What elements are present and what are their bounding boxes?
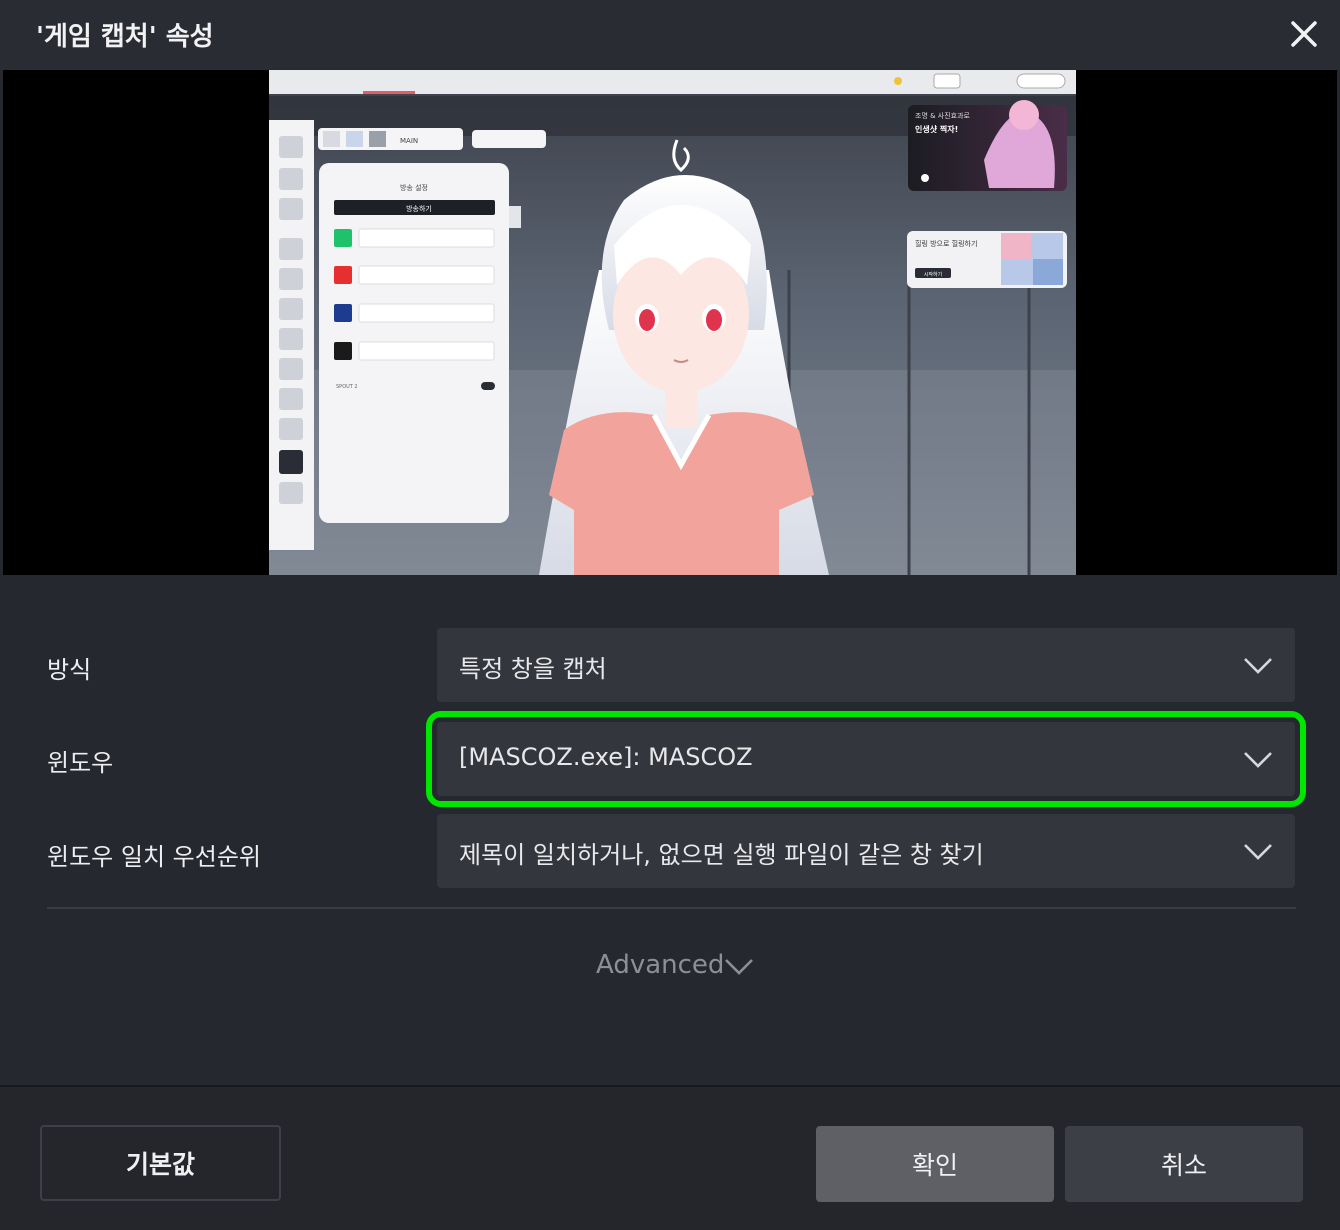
dialog-title: '게임 캡처' 속성 [36,22,214,52]
panel-title: 방송 설정 [400,183,428,192]
title-bar: '게임 캡처' 속성 [0,0,1340,70]
close-icon [1291,21,1317,47]
window-select[interactable]: [MASCOZ.exe]: MASCOZ [426,711,1306,807]
priority-label: 윈도우 일치 우선순위 [47,843,261,871]
cancel-button[interactable]: 취소 [1065,1126,1303,1202]
panel-spout-label: SPOUT 2 [336,384,358,390]
properties-dialog: '게임 캡처' 속성 MAIN 방송 설정 방송하기 SPOUT 2 조명 & … [0,0,1340,1230]
priority-select[interactable]: 제목이 일치하거나, 없으면 실행 파일이 같은 창 찾기 [437,814,1295,888]
close-button[interactable] [1284,14,1324,54]
panel-broadcast-button: 방송하기 [406,204,432,213]
chevron-down-icon [1244,844,1272,860]
advanced-label: Advanced [596,950,725,980]
window-value: [MASCOZ.exe]: MASCOZ [459,743,753,771]
method-value: 특정 창을 캡처 [459,655,607,683]
preview-area: MAIN 방송 설정 방송하기 SPOUT 2 조명 & 사진효과로 인생샷 찍… [3,70,1337,575]
chevron-down-icon [1244,752,1272,768]
promo-2-title: 힐링 방으로 힐링하기 [915,239,977,248]
chevron-down-icon [1244,658,1272,674]
defaults-button[interactable]: 기본값 [40,1125,281,1201]
properties-form: 방식 특정 창을 캡처 윈도우 [MASCOZ.exe]: MASCOZ 윈도우… [0,575,1340,1085]
dialog-footer: 기본값 확인 취소 [0,1085,1340,1230]
promo-1-subtitle: 조명 & 사진효과로 [915,111,971,120]
advanced-toggle[interactable]: Advanced [596,950,753,986]
method-select[interactable]: 특정 창을 캡처 [437,628,1295,702]
capture-preview: MAIN 방송 설정 방송하기 SPOUT 2 조명 & 사진효과로 인생샷 찍… [269,70,1076,575]
scene-tab-main: MAIN [400,137,418,145]
capture-preview-image: MAIN 방송 설정 방송하기 SPOUT 2 조명 & 사진효과로 인생샷 찍… [269,70,1076,575]
divider [47,907,1296,909]
method-label: 방식 [47,656,92,684]
ok-button[interactable]: 확인 [816,1126,1054,1202]
priority-value: 제목이 일치하거나, 없으면 실행 파일이 같은 창 찾기 [459,841,984,869]
chevron-down-icon [725,959,753,975]
promo-2-button: 시작하기 [924,271,942,278]
promo-1-title: 인생샷 찍자! [915,124,958,134]
window-label: 윈도우 [47,749,114,777]
